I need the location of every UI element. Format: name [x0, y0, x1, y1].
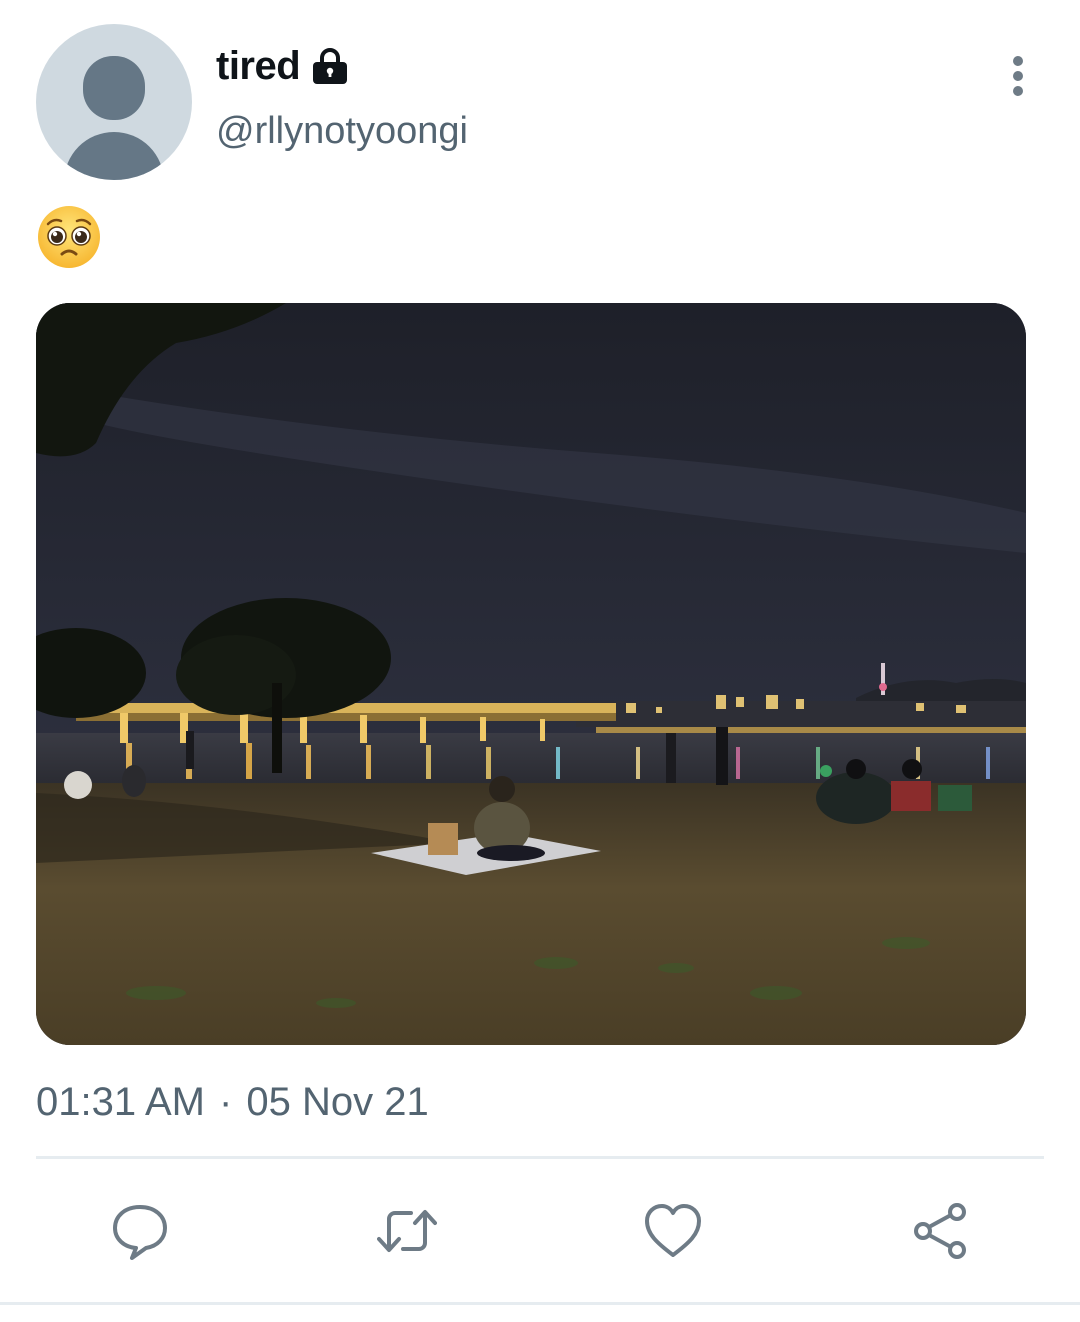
avatar-head-shape: [83, 56, 145, 120]
more-dot-icon: [1013, 56, 1023, 66]
share-button[interactable]: [906, 1196, 976, 1266]
heart-icon: [645, 1204, 701, 1257]
name-row: tired: [216, 40, 350, 92]
bottom-divider: [0, 1302, 1080, 1305]
tweet-text: [36, 200, 102, 272]
more-dot-icon: [1013, 71, 1023, 81]
tweet-media-photo[interactable]: [36, 303, 1026, 1045]
retweet-icon: [377, 1210, 437, 1252]
display-name[interactable]: tired: [216, 44, 301, 89]
more-options-button[interactable]: [996, 52, 1040, 100]
tweet-date: 05 Nov 21: [246, 1079, 429, 1124]
like-button[interactable]: [638, 1196, 708, 1266]
tweet-time: 01:31 AM: [36, 1079, 206, 1124]
user-handle[interactable]: @rllynotyoongi: [216, 110, 468, 153]
tweet-timestamp[interactable]: 01:31 AM · 05 Nov 21: [36, 1076, 429, 1128]
avatar-body-shape: [64, 132, 164, 180]
divider: [36, 1156, 1044, 1159]
pleading-face-emoji: [38, 206, 100, 268]
avatar[interactable]: [36, 24, 192, 180]
lock-icon: [313, 48, 348, 84]
share-icon: [914, 1203, 966, 1259]
retweet-button[interactable]: [372, 1196, 442, 1266]
more-dot-icon: [1013, 86, 1023, 96]
reply-button[interactable]: [105, 1196, 175, 1266]
timestamp-separator: ·: [219, 1079, 233, 1124]
comment-icon: [113, 1205, 167, 1260]
night-park-photo: [36, 303, 1026, 1045]
tweet-card: tired @rllynotyoongi 01:31 AM · 05 Nov 2…: [0, 0, 1080, 1322]
